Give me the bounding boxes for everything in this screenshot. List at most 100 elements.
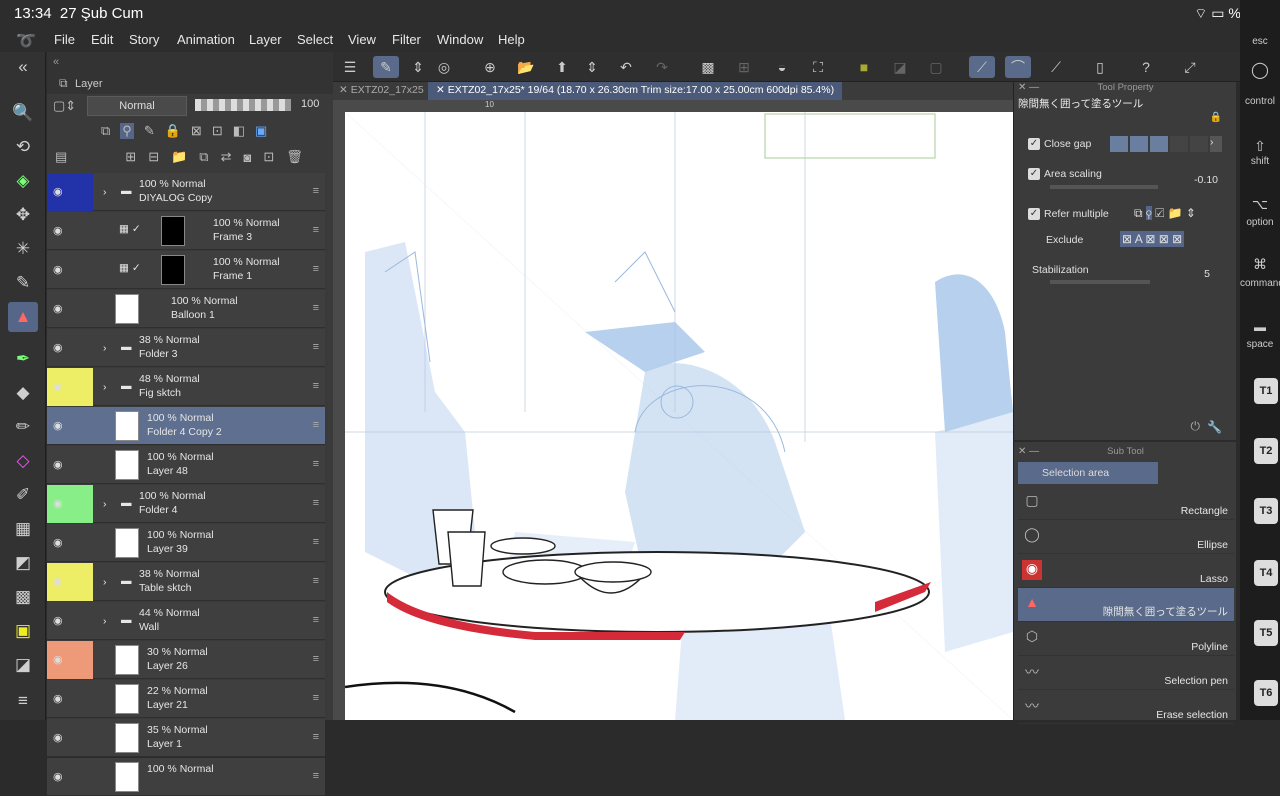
edit-mode-icon[interactable]: ✎ [373,56,399,78]
layer-row[interactable]: ◉ › ▬ 44 % Normal Wall ≡ [47,602,325,640]
rotate-icon[interactable]: ⟲ [8,132,38,162]
hamburger-icon[interactable]: ☰ [337,56,363,78]
save-icon[interactable]: ⬆ [549,56,575,78]
expand-arrow-icon[interactable]: › [103,614,107,628]
visibility-eye-icon[interactable]: ◉ [53,380,63,393]
visibility-eye-icon[interactable]: ◉ [53,653,63,666]
menu-story[interactable]: Story [129,32,159,47]
new-raster-icon[interactable]: ⊞ [125,149,136,165]
layer-row[interactable]: ◉ 100 % Normal ≡ [47,758,325,796]
reset-icon[interactable]: ⏻ [1191,419,1201,434]
zoom-icon[interactable]: 🔍 [8,98,38,128]
frame-icon[interactable]: ▢ [923,56,949,78]
expand-arrow-icon[interactable]: › [103,575,107,589]
close-gap-checkbox[interactable]: ✓ [1028,138,1040,151]
tab-inactive[interactable]: ✕ EXTZ02_17x25 [339,84,424,96]
mask-icon[interactable]: ◧ [233,123,245,139]
esc-key[interactable]: esc [1240,36,1280,47]
layer-drag-handle-icon[interactable]: ≡ [313,770,319,782]
sub-tool-item[interactable]: ◯ Ellipse [1018,520,1234,554]
menu-window[interactable]: Window [437,32,483,47]
layer-row[interactable]: ◉ › ▬ 38 % Normal Folder 3 ≡ [47,329,325,367]
visibility-eye-icon[interactable]: ◉ [53,185,63,198]
opacity-value[interactable]: 100 [301,98,319,110]
opacity-slider[interactable] [195,99,291,111]
layer-row[interactable]: ◉ 30 % Normal Layer 26 ≡ [47,641,325,679]
lock-icon[interactable]: 🔒 [165,123,181,139]
area-scaling-checkbox[interactable]: ✓ [1028,168,1040,181]
t1-key[interactable]: T1 [1254,378,1278,404]
layer-row[interactable]: ◉ › ▬ 48 % Normal Fig sktch ≡ [47,368,325,406]
layer-drag-handle-icon[interactable]: ≡ [313,458,319,470]
palette-icon[interactable]: ▣ [255,123,267,139]
visibility-eye-icon[interactable]: ◉ [53,419,63,432]
auto-select-icon[interactable]: ✳ [8,234,38,264]
layer-drag-handle-icon[interactable]: ≡ [313,263,319,275]
lock-icon[interactable]: 🔒 [1210,112,1222,123]
menu-help[interactable]: Help [498,32,525,47]
control-key[interactable]: control [1240,96,1280,107]
new-folder-icon[interactable]: 📁 [171,149,187,165]
visibility-eye-icon[interactable]: ◉ [53,302,63,315]
ruler-icon[interactable]: ◪ [8,650,38,680]
option-key[interactable]: option [1240,217,1280,228]
fill-selection-icon[interactable]: ⊞ [731,56,757,78]
t3-key[interactable]: T3 [1254,498,1278,524]
figure-icon[interactable]: ▣ [8,616,38,646]
menu-view[interactable]: View [348,32,376,47]
delete-layer-icon[interactable]: 🗑 [286,149,303,165]
panel-menu-icon[interactable]: ▤ [55,149,67,165]
expand-arrow-icon[interactable]: › [103,341,107,355]
layer-row[interactable]: ◉ › ▬ 100 % Normal Folder 4 ≡ [47,485,325,523]
tone-icon[interactable]: ◪ [887,56,913,78]
visibility-eye-icon[interactable]: ◉ [53,458,63,471]
refer-multiple-checkbox[interactable]: ✓ [1028,208,1040,221]
fill-tool-icon[interactable]: ▲ [8,302,38,332]
sub-tool-item[interactable]: ◉ Lasso [1018,554,1234,588]
decoration-icon[interactable]: ▦ [8,514,38,544]
3d-object-icon[interactable]: ◈ [8,166,38,196]
menu-layer[interactable]: Layer [249,32,282,47]
visibility-eye-icon[interactable]: ◉ [53,341,63,354]
reference-icon[interactable]: ⚲ [120,123,134,139]
layer-row[interactable]: ◉ 100 % Normal Layer 48 ≡ [47,446,325,484]
settings-icon[interactable]: 🔧 [1207,420,1222,434]
layer-drag-handle-icon[interactable]: ≡ [313,341,319,353]
layer-drag-handle-icon[interactable]: ≡ [313,692,319,704]
layer-drag-handle-icon[interactable]: ≡ [313,653,319,665]
panel-collapse-icon[interactable]: « [53,56,59,68]
refer-options[interactable]: ⧉ ⚲ ☑ 📁 ⇕ [1134,206,1196,221]
visibility-eye-icon[interactable]: ◉ [53,614,63,627]
layer-drag-handle-icon[interactable]: ≡ [313,302,319,314]
updown2-icon[interactable]: ⇕ [579,56,605,78]
draft-icon[interactable]: ✎ [144,123,155,139]
area-scaling-value[interactable]: -0.10 [1194,174,1218,186]
color-icon[interactable]: ■ [851,56,877,78]
shift-key[interactable]: shift [1240,156,1280,167]
menu-file[interactable]: File [54,32,75,47]
visibility-eye-icon[interactable]: ◉ [53,692,63,705]
layer-row[interactable]: ◉ 35 % Normal Layer 1 ≡ [47,719,325,757]
transfer-icon[interactable]: ⇄ [221,149,232,165]
visibility-eye-icon[interactable]: ◉ [53,263,63,276]
t5-key[interactable]: T5 [1254,620,1278,646]
expand-arrow-icon[interactable]: › [103,185,107,199]
visibility-eye-icon[interactable]: ◉ [53,770,63,783]
menu-animation[interactable]: Animation [177,32,235,47]
visibility-eye-icon[interactable]: ◉ [53,224,63,237]
t6-key[interactable]: T6 [1254,680,1278,706]
eyedropper-icon[interactable]: ✎ [8,268,38,298]
gradient-icon[interactable]: ▩ [8,582,38,612]
layer-drag-handle-icon[interactable]: ≡ [313,614,319,626]
expand-arrow-icon[interactable]: › [103,380,107,394]
layer-drag-handle-icon[interactable]: ≡ [313,575,319,587]
move-icon[interactable]: ✥ [8,200,38,230]
blend-icon[interactable]: ◩ [8,548,38,578]
layer-icon[interactable]: ⧉ [101,123,110,139]
t2-key[interactable]: T2 [1254,438,1278,464]
layer-row[interactable]: ◉ 100 % Normal Folder 4 Copy 2 ≡ [47,407,325,445]
brush-icon[interactable]: ◆ [8,378,38,408]
collapse-icon[interactable]: « [8,52,38,82]
layer-tab[interactable]: Layer [75,78,103,90]
new-file-icon[interactable]: ⊕ [477,56,503,78]
